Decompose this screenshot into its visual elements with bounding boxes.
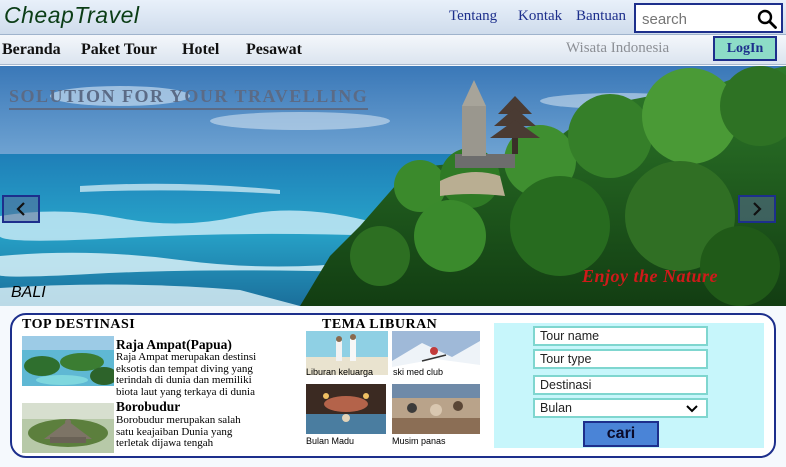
desc-line: terletak dijawa tengah xyxy=(116,437,214,449)
nav-paket-tour[interactable]: Paket Tour xyxy=(81,41,157,59)
theme-summer-image[interactable] xyxy=(392,384,480,434)
destinasi-placeholder: Destinasi xyxy=(540,378,592,392)
top-destinasi-title: TOP DESTINASI xyxy=(22,317,136,332)
nav-hotel[interactable]: Hotel xyxy=(182,41,219,59)
tour-type-field[interactable]: Tour type xyxy=(533,349,708,369)
chevron-down-icon xyxy=(686,405,698,413)
chevron-right-icon xyxy=(753,202,762,216)
desc-line: Raja Ampat merupakan destinsi xyxy=(116,351,257,363)
destinasi-field[interactable]: Destinasi xyxy=(533,375,708,395)
raja-ampat-image[interactable] xyxy=(22,336,114,386)
month-select[interactable]: Bulan xyxy=(533,398,708,418)
tour-type-placeholder: Tour type xyxy=(540,352,592,366)
theme-caption[interactable]: Bulan Madu xyxy=(306,436,354,446)
hero-location-label: BALI xyxy=(11,284,46,301)
chevron-left-icon xyxy=(16,202,25,216)
month-select-value: Bulan xyxy=(540,401,572,415)
hero-slogan: Enjoy the Nature xyxy=(582,266,719,286)
theme-caption[interactable]: ski med club xyxy=(393,367,443,377)
desc-line: terindah di dunia dan memiliki xyxy=(116,374,252,386)
destination-description: Borobudur merupakan salah satu keajaiban… xyxy=(116,414,241,450)
carousel-next-button[interactable] xyxy=(738,195,776,223)
link-kontak[interactable]: Kontak xyxy=(518,8,562,25)
carousel-prev-button[interactable] xyxy=(2,195,40,223)
desc-line: Borobudur merupakan salah xyxy=(116,414,241,426)
search-box xyxy=(634,3,783,33)
site-label: Wisata Indonesia xyxy=(566,40,670,56)
search-submit-button[interactable]: cari xyxy=(583,421,659,447)
destination-description: Raja Ampat merupakan destinsi eksotis da… xyxy=(116,351,257,398)
theme-honeymoon-image[interactable] xyxy=(306,384,386,434)
desc-line: biota laut yang terkaya di dunia xyxy=(116,385,255,398)
login-button[interactable]: LogIn xyxy=(713,36,777,61)
tour-name-placeholder: Tour name xyxy=(540,329,600,343)
search-icon[interactable] xyxy=(757,9,777,29)
destination-name[interactable]: Borobudur xyxy=(116,399,180,415)
link-bantuan[interactable]: Bantuan xyxy=(576,8,626,25)
link-tentang[interactable]: Tentang xyxy=(449,8,497,25)
hero-tagline: SOLUTION FOR YOUR TRAVELLING xyxy=(9,86,369,110)
theme-caption[interactable]: Musim panas xyxy=(392,436,446,446)
borobudur-image[interactable] xyxy=(22,403,114,453)
nav-pesawat[interactable]: Pesawat xyxy=(246,41,302,59)
nav-beranda[interactable]: Beranda xyxy=(2,41,61,59)
main-nav: Beranda Paket Tour Hotel Pesawat Wisata … xyxy=(0,35,786,65)
tour-name-field[interactable]: Tour name xyxy=(533,326,708,346)
theme-caption[interactable]: Liburan keluarga xyxy=(306,367,373,377)
site-logo[interactable]: CheapTravel xyxy=(4,2,139,29)
search-input[interactable] xyxy=(642,9,754,29)
